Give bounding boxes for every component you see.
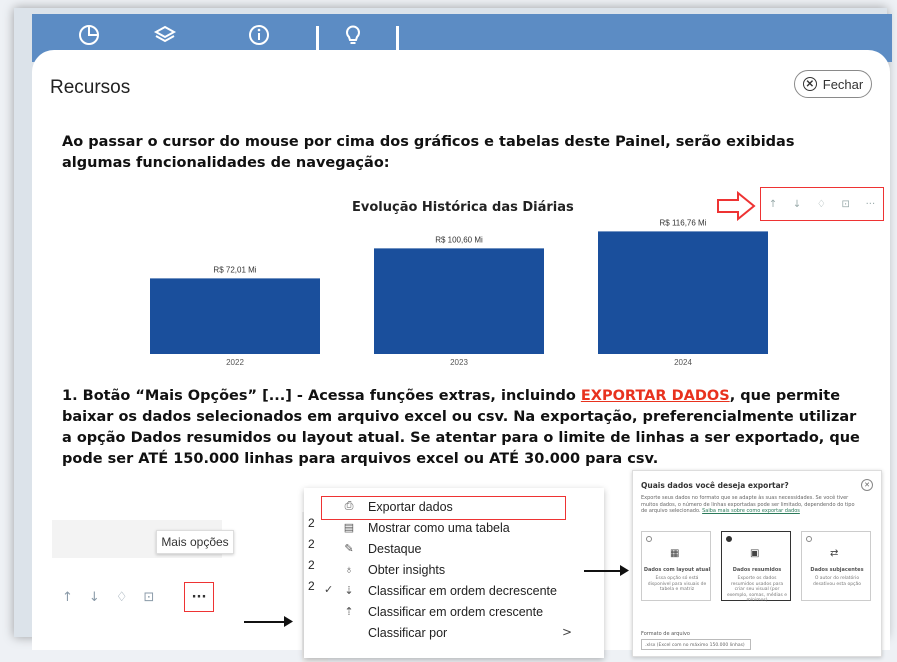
arrow-up-icon[interactable]: ↑: [769, 199, 777, 210]
table-icon: ▦: [670, 548, 680, 559]
export-dialog: Quais dados você deseja exportar? ✕ Expo…: [632, 470, 882, 657]
option-label: Dados resumidos: [732, 567, 782, 573]
radio-button[interactable]: [646, 536, 652, 542]
export-option-underlying[interactable]: ⇄ Dados subjacentes O autor do relatório…: [801, 531, 871, 601]
dialog-description: Exporte seus dados no formato que se ada…: [641, 495, 861, 515]
menu-item[interactable]: ♁ Obter insights: [304, 559, 604, 580]
dialog-learn-more-link[interactable]: Saiba mais sobre como exportar dados: [702, 508, 800, 514]
lightbulb-icon[interactable]: [338, 20, 368, 50]
description-text: 1. Botão “Mais Opções” [...] - Acessa fu…: [62, 386, 862, 470]
menu-item-label: Mostrar como uma tabela: [368, 520, 510, 535]
option-label: Dados com layout atual: [643, 567, 711, 573]
menu-item[interactable]: ▤ Mostrar como uma tabela: [304, 517, 604, 538]
menu-item[interactable]: ⇡ Classificar em ordem crescente: [304, 601, 604, 622]
summary-icon: ▣: [750, 548, 760, 559]
flow-arrow: [244, 621, 288, 623]
option-desc: Exporte os dados resumidos usados para c…: [726, 576, 788, 603]
x-tick-label: 2023: [450, 358, 468, 367]
file-format-select[interactable]: .xlsx (Excel com no máximo 150.000 linha…: [641, 639, 751, 650]
more-options-button[interactable]: ···: [184, 582, 214, 612]
export-highlight-box: [321, 496, 566, 520]
flow-arrow-head-icon: [284, 616, 293, 627]
chart-header-icons: ↑ ↓ ♢ ⊡ ···: [760, 187, 884, 221]
option-desc: Essa opção só está disponível para visua…: [647, 576, 707, 592]
radio-button[interactable]: [806, 536, 812, 542]
pointer-arrow-icon: [717, 191, 756, 221]
description-before: 1. Botão “Mais Opções” [...] - Acessa fu…: [62, 388, 581, 404]
x-tick-label: 2024: [674, 358, 692, 367]
x-tick-label: 2022: [226, 358, 244, 367]
menu-item[interactable]: Classificar por: [304, 622, 604, 643]
menu-item-label: Classificar em ordem crescente: [368, 604, 544, 619]
menu-item-label: Destaque: [368, 541, 422, 556]
file-format-label: Formato de arquivo: [641, 631, 690, 637]
menu-item-label: Classificar por: [368, 625, 448, 640]
data-label: R$ 116,76 Mi: [660, 218, 707, 227]
menu-item[interactable]: ✎ Destaque: [304, 538, 604, 559]
export-data-highlight: EXPORTAR DADOS: [580, 388, 730, 404]
underlying-data-icon: ⇄: [830, 548, 839, 559]
layers-icon[interactable]: [150, 20, 180, 50]
lightbulb-icon: ♁: [344, 563, 354, 576]
menu-item[interactable]: ⇣ Classificar em ordem decrescente: [304, 580, 604, 601]
more-options-tooltip: Mais opções: [156, 530, 234, 554]
export-option-summarized[interactable]: ▣ Dados resumidos Exporte os dados resum…: [721, 531, 791, 603]
check-icon: ✓: [324, 583, 334, 596]
bar-2024: [598, 231, 768, 354]
table-icon: ▤: [343, 522, 355, 534]
menu-item-label: Classificar em ordem decrescente: [368, 583, 557, 598]
resources-panel: Recursos ✕ Fechar Ao passar o cursor do …: [32, 50, 890, 662]
export-option-current-layout[interactable]: ▦ Dados com layout atual Essa opção só e…: [641, 531, 711, 601]
pin-icon[interactable]: ♢: [116, 590, 128, 605]
arrow-up-icon[interactable]: ↑: [62, 590, 73, 605]
expand-icon[interactable]: ⊡: [143, 590, 154, 605]
side-number: 2: [308, 579, 315, 593]
radio-button[interactable]: [726, 536, 732, 542]
example-header-icons: ↑ ↓ ♢ ⊡: [62, 590, 154, 605]
expand-icon[interactable]: ⊡: [842, 199, 850, 210]
sort-desc-icon: ⇣: [344, 585, 354, 597]
chart-pie-icon[interactable]: [74, 20, 104, 50]
arrow-down-icon[interactable]: ↓: [793, 199, 801, 210]
option-label: Dados subjacentes: [810, 567, 864, 573]
flow-arrow: [584, 570, 624, 572]
info-icon[interactable]: [244, 20, 274, 50]
option-desc: O autor do relatório desativou esta opçã…: [812, 576, 862, 587]
bar-2022: [150, 278, 320, 354]
side-number: 2: [308, 516, 315, 530]
menu-item-label: Obter insights: [368, 562, 446, 577]
more-options-icon[interactable]: ···: [866, 199, 876, 210]
data-label: R$ 72,01 Mi: [213, 265, 256, 274]
data-label: R$ 100,60 Mi: [435, 235, 483, 244]
spotlight-icon: ✎: [344, 543, 354, 555]
sort-asc-icon: ⇡: [344, 606, 354, 618]
side-number: 2: [308, 537, 315, 551]
side-number: 2: [308, 558, 315, 572]
arrow-down-icon[interactable]: ↓: [89, 590, 100, 605]
flow-arrow-head-icon: [620, 565, 629, 576]
bar-2023: [374, 248, 544, 354]
pin-icon[interactable]: ♢: [817, 199, 826, 210]
close-icon[interactable]: ✕: [861, 479, 873, 491]
dialog-title: Quais dados você deseja exportar?: [641, 481, 789, 490]
